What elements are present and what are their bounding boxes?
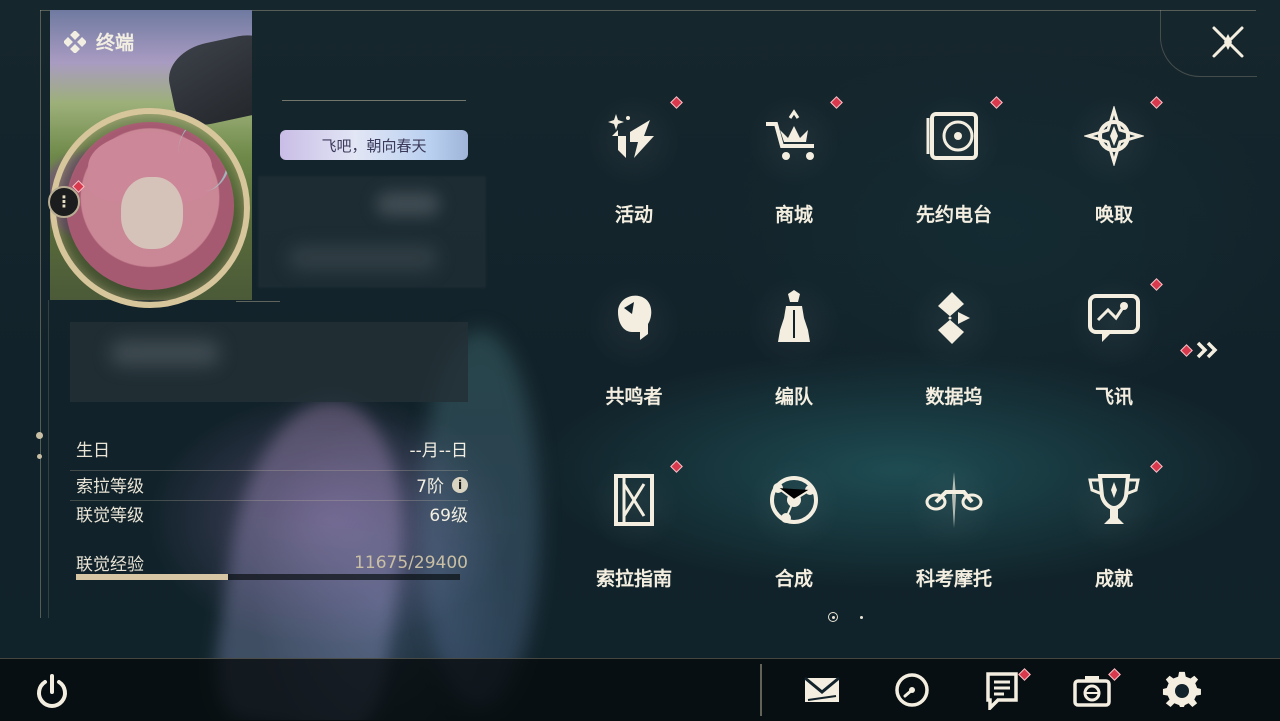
signature-banner-text: 飞吧，朝向春天 [321,136,427,155]
close-button[interactable] [1206,20,1250,64]
stat-value: 7阶 [416,477,444,497]
shop-crown-cart-icon [766,109,814,160]
signature-banner[interactable]: 飞吧，朝向春天 [280,130,468,160]
synthesis-orbit-icon [770,476,818,524]
frame-ornament [37,454,42,459]
menu-item-achievements[interactable]: 成就 [1034,446,1194,628]
close-icon [1212,26,1244,58]
menu-item-label: 商城 [774,204,813,226]
clock-icon[interactable] [892,670,932,710]
stat-union-level: 联觉等级 69级 [76,501,468,526]
page-dot-active[interactable] [828,612,838,622]
menu-item-label: 活动 [614,204,653,226]
convene-star-icon [1084,106,1144,166]
menu-item-label: 唤取 [1094,204,1133,226]
power-icon[interactable] [32,672,72,712]
frame-line-left [40,10,41,618]
stat-value: 11675/29400 [354,552,468,573]
menu-item-resonator[interactable]: 共鸣者 [554,264,714,446]
stat-label: 生日 [76,441,110,461]
radio-record-icon [926,112,978,160]
menu-item-shop[interactable]: 商城 [714,82,874,264]
guidebook-icon [614,474,654,526]
menu-item-activity[interactable]: 活动 [554,82,714,264]
terminal-diamond-icon [64,30,86,53]
notification-badge [990,96,1003,109]
notification-badge [670,460,683,473]
blurred-player-info [258,176,486,288]
page-title-text: 终端 [96,32,135,54]
mail-icon[interactable] [802,670,842,710]
menu-item-label: 数据坞 [925,386,983,408]
info-icon[interactable]: i [452,476,468,493]
chat-message-icon [1088,294,1140,342]
exp-progress-fill [76,574,229,580]
camera-icon[interactable] [1072,670,1112,710]
resonator-head-icon [618,295,652,340]
settings-gear-icon[interactable] [1162,670,1202,710]
notification-badge [830,96,843,109]
stat-value: 69级 [429,506,468,526]
menu-item-motorbike[interactable]: 科考摩托 [874,446,1034,628]
chess-team-icon [778,290,810,342]
page-dot[interactable] [860,615,863,619]
stat-birthday: 生日 --月--日 [76,436,468,461]
menu-item-radio[interactable]: 先约电台 [874,82,1034,264]
notification-badge [1150,278,1163,291]
blurred-player-signature [70,322,468,402]
menu-item-label: 成就 [1094,568,1133,590]
divider [236,301,280,302]
activity-icon [608,114,654,158]
notification-badge [1180,343,1193,357]
stat-label: 联觉等级 [76,506,144,526]
stat-label: 索拉等级 [76,477,144,497]
menu-item-label: 编队 [774,386,813,408]
databank-icon [938,292,970,344]
notification-badge [1150,460,1163,473]
page-title: 终端 [64,28,134,55]
more-options-button[interactable]: ⋮ [48,186,80,218]
menu-item-label: 科考摩托 [915,568,992,590]
menu-item-label: 索拉指南 [595,568,672,590]
stat-sol-level: 索拉等级 7阶 i [76,472,468,497]
frame-ornament [36,432,43,439]
notice-icon[interactable] [982,670,1022,710]
motorbike-icon [925,472,983,528]
notification-badge [1150,96,1163,109]
frame-line-left-inner [48,300,49,618]
menu-item-label: 先约电台 [915,204,992,226]
stat-union-exp: 联觉经验 11675/29400 [76,550,468,576]
menu-item-team[interactable]: 编队 [714,264,874,446]
avatar-frame [50,108,250,308]
divider [282,100,466,101]
divider [760,664,762,716]
menu-item-synthesis[interactable]: 合成 [714,446,874,628]
exp-progress-bar [76,574,460,580]
menu-item-convene[interactable]: 唤取 [1034,82,1194,264]
menu-item-label: 合成 [774,568,813,590]
stat-value: --月--日 [409,441,468,461]
divider [70,470,468,471]
stat-label: 联觉经验 [76,555,144,575]
menu-item-label: 共鸣者 [605,386,663,408]
menu-item-label: 飞讯 [1094,386,1133,408]
page-indicator [828,612,863,622]
notification-badge [670,96,683,109]
next-page-button[interactable] [1180,340,1221,360]
menu-item-databank[interactable]: 数据坞 [874,264,1034,446]
menu-item-messages[interactable]: 飞讯 [1034,264,1194,446]
trophy-icon [1088,474,1140,524]
double-chevron-right-icon [1196,341,1218,359]
menu-item-guidebook[interactable]: 索拉指南 [554,446,714,628]
